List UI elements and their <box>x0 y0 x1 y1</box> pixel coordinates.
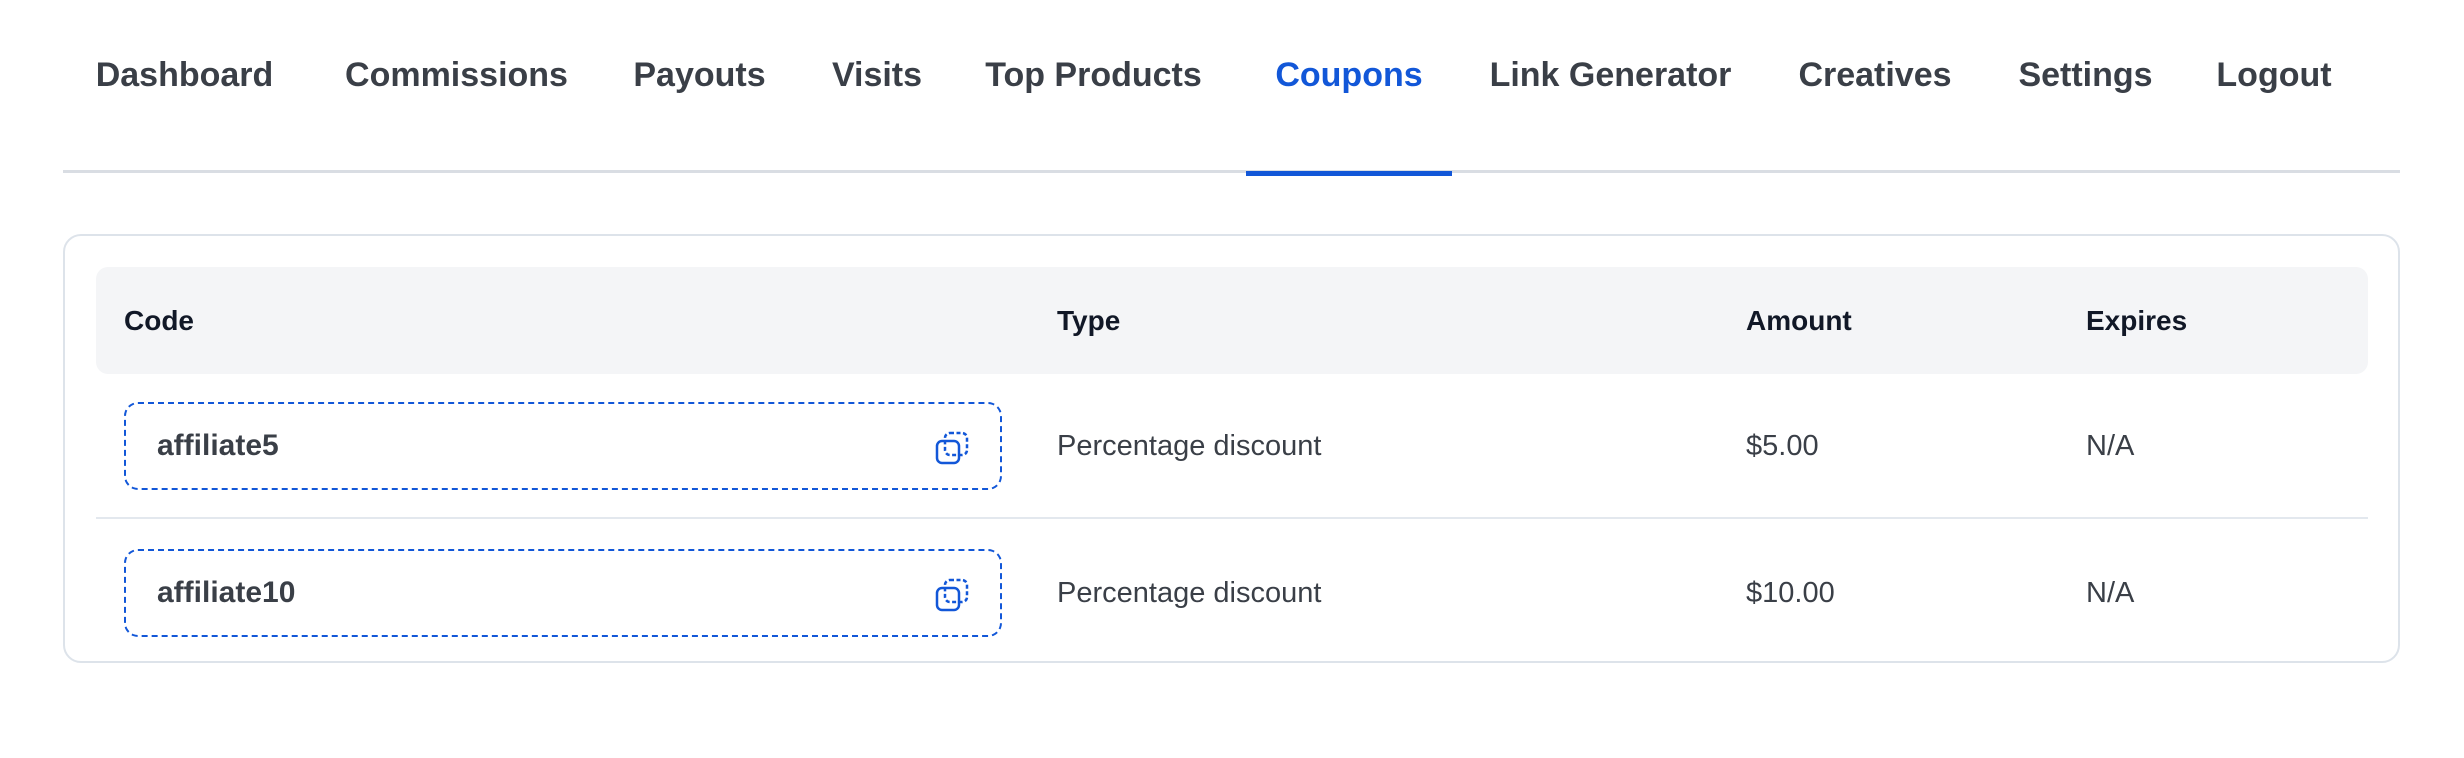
tab-top-products[interactable]: Top Products <box>985 0 1202 173</box>
coupon-code-copy-field[interactable]: affiliate5 <box>124 402 1002 490</box>
table-row: affiliate5 Percentage discount $5.00 N/A <box>96 374 2368 519</box>
coupon-type: Percentage discount <box>1057 430 1322 462</box>
coupon-amount: $10.00 <box>1746 577 1835 609</box>
tab-dashboard[interactable]: Dashboard <box>94 0 275 173</box>
coupon-expires: N/A <box>2086 430 2135 462</box>
coupons-table: Code Type Amount Expires affiliate5 Perc… <box>63 234 2400 663</box>
coupon-code: affiliate10 <box>157 576 296 609</box>
tab-settings[interactable]: Settings <box>2017 0 2154 173</box>
copy-icon[interactable] <box>934 577 970 613</box>
coupon-expires: N/A <box>2086 577 2135 609</box>
tab-creatives[interactable]: Creatives <box>1795 0 1955 173</box>
column-header-type: Type <box>1057 304 1121 336</box>
tab-payouts[interactable]: Payouts <box>632 0 767 173</box>
coupon-type: Percentage discount <box>1057 577 1322 609</box>
tab-commissions[interactable]: Commissions <box>344 0 569 173</box>
coupon-amount: $5.00 <box>1746 430 1819 462</box>
table-row: affiliate10 Percentage discount $10.00 N… <box>96 521 2368 666</box>
coupon-code-copy-field[interactable]: affiliate10 <box>124 549 1002 637</box>
column-header-code: Code <box>124 304 194 336</box>
tab-coupons[interactable]: Coupons <box>1246 0 1452 176</box>
column-header-amount: Amount <box>1746 304 1852 336</box>
tab-visits[interactable]: Visits <box>831 0 923 173</box>
coupon-code: affiliate5 <box>157 429 279 462</box>
copy-icon[interactable] <box>934 430 970 466</box>
table-header: Code Type Amount Expires <box>96 267 2368 374</box>
tab-logout[interactable]: Logout <box>2216 0 2332 173</box>
column-header-expires: Expires <box>2086 304 2188 336</box>
tab-link-generator[interactable]: Link Generator <box>1488 0 1733 173</box>
affiliate-tabs: Dashboard Commissions Payouts Visits Top… <box>63 0 2400 176</box>
